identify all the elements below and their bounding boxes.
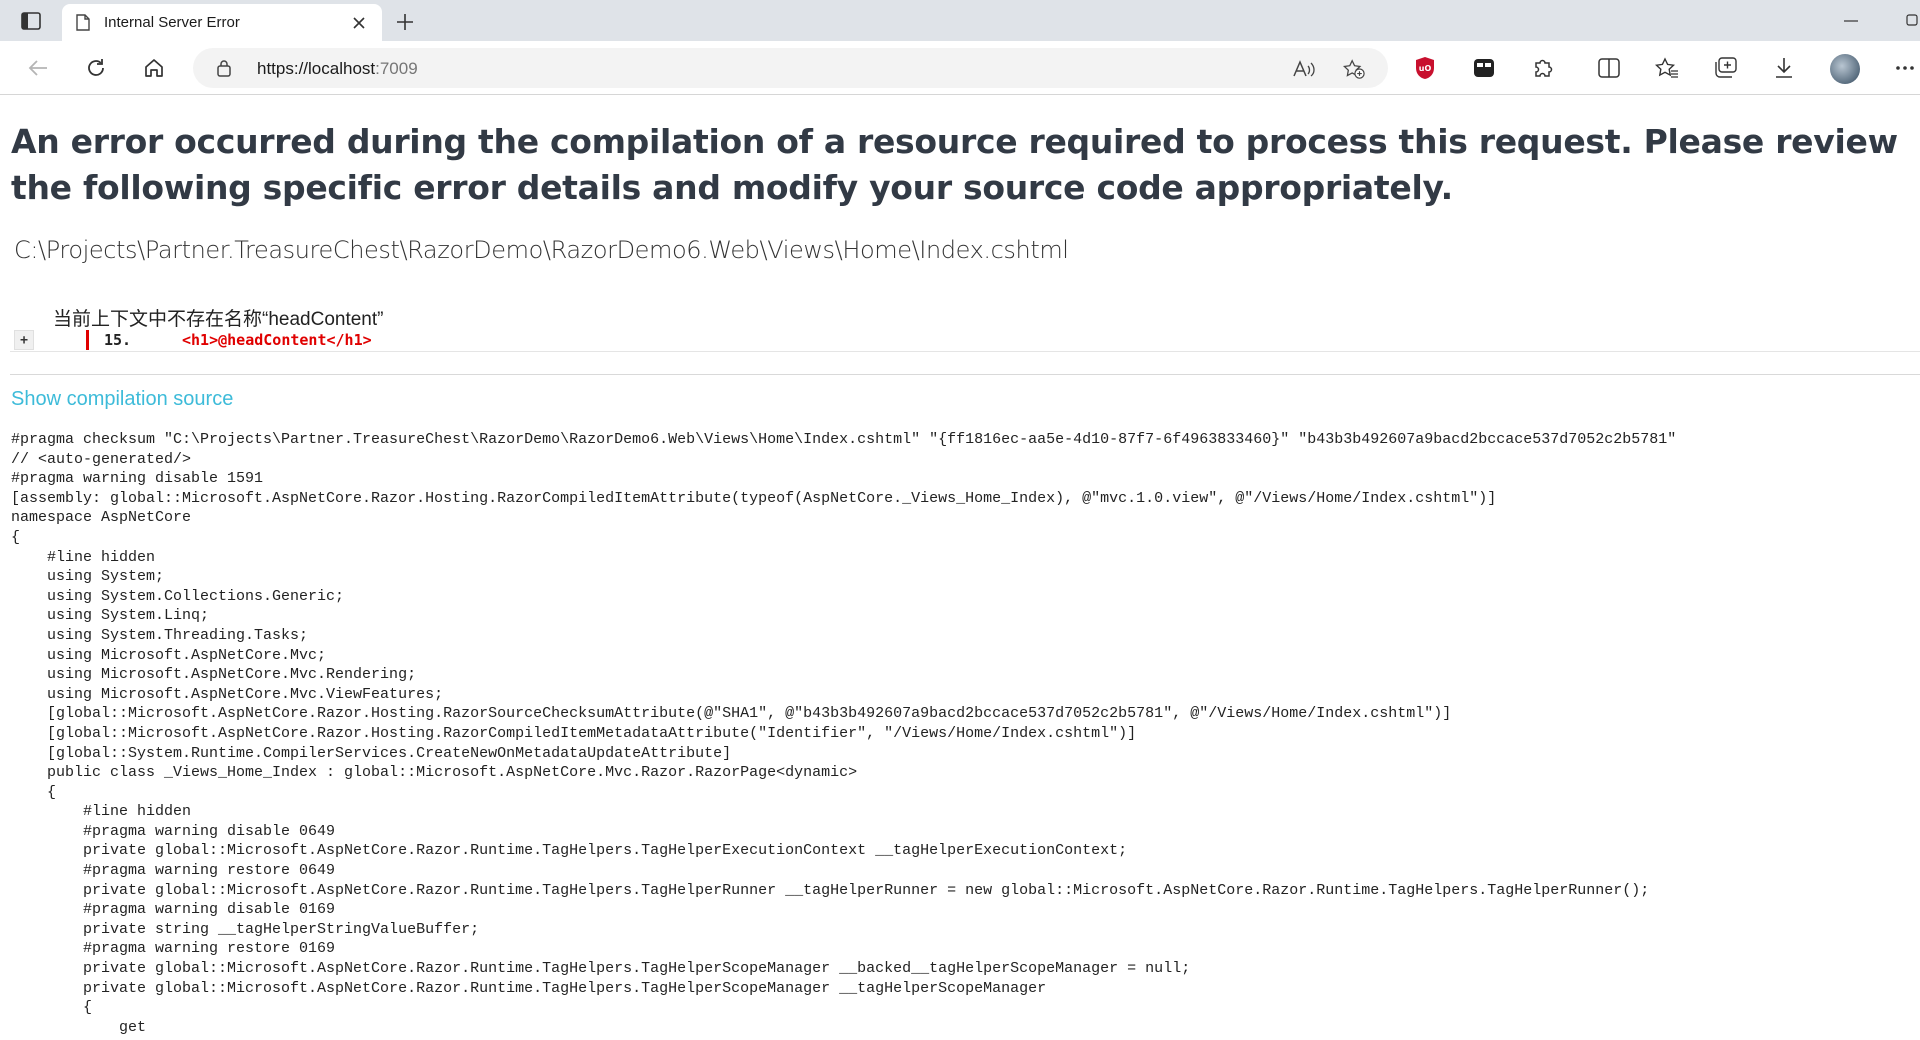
source-line: using Microsoft.AspNetCore.Mvc.ViewFeatu…	[11, 685, 444, 703]
refresh-icon[interactable]	[80, 52, 112, 84]
avatar[interactable]	[1830, 54, 1860, 84]
expand-button[interactable]: +	[14, 330, 34, 350]
compilation-source: #pragma checksum "C:\Projects\Partner.Tr…	[11, 430, 1911, 1037]
puzzle-icon[interactable]	[1530, 55, 1556, 81]
source-line: private global::Microsoft.AspNetCore.Raz…	[11, 960, 1191, 978]
source-line: {	[11, 528, 21, 546]
read-aloud-icon[interactable]	[1293, 58, 1315, 80]
source-line: {	[11, 783, 57, 801]
favorites-icon[interactable]	[1654, 55, 1680, 81]
source-line: [global::Microsoft.AspNetCore.Razor.Host…	[11, 705, 1452, 723]
maximize-icon[interactable]	[1900, 10, 1920, 32]
source-line: using Microsoft.AspNetCore.Mvc.Rendering…	[11, 666, 417, 684]
source-line: private string __tagHelperStringValueBuf…	[11, 920, 480, 938]
source-line: using System;	[11, 568, 165, 586]
address-bar[interactable]: https://localhost:7009	[193, 48, 1388, 88]
error-line-row: + 15. <h1>@headContent</h1>	[10, 328, 1920, 352]
active-tab[interactable]: Internal Server Error	[62, 4, 382, 41]
tab-title: Internal Server Error	[104, 14, 240, 31]
source-line: using System.Collections.Generic;	[11, 587, 345, 605]
source-line: #pragma warning restore 0169	[11, 940, 336, 958]
tab-bar: Internal Server Error	[0, 0, 1920, 41]
page-icon	[74, 14, 92, 32]
file-path: C:\Projects\Partner.TreasureChest\RazorD…	[14, 236, 1069, 264]
url-host: https://localhost	[257, 59, 376, 78]
page-title: An error occurred during the compilation…	[11, 122, 1898, 207]
home-icon[interactable]	[138, 52, 170, 84]
page-content: An error occurred during the compilation…	[0, 96, 1920, 1040]
source-line: using System.Threading.Tasks;	[11, 626, 309, 644]
source-line: [global::System.Runtime.CompilerServices…	[11, 744, 732, 762]
lock-icon[interactable]	[215, 59, 233, 77]
url-text[interactable]: https://localhost:7009	[257, 59, 418, 79]
source-line: #pragma warning disable 0169	[11, 901, 336, 919]
add-favorite-icon[interactable]	[1343, 58, 1365, 80]
minimize-icon[interactable]	[1840, 10, 1862, 32]
error-line-code: <h1>@headContent</h1>	[182, 331, 372, 349]
source-line: private global::Microsoft.AspNetCore.Raz…	[11, 842, 1128, 860]
source-line: #line hidden	[11, 548, 156, 566]
source-line: #pragma warning disable 1591	[11, 470, 264, 488]
svg-text:uO: uO	[1419, 64, 1432, 73]
close-icon[interactable]	[348, 12, 370, 34]
source-line: private global::Microsoft.AspNetCore.Raz…	[11, 979, 1047, 997]
split-screen-icon[interactable]	[1596, 55, 1622, 81]
more-icon[interactable]	[1892, 55, 1918, 81]
tab-actions-icon[interactable]	[14, 8, 48, 34]
collections-icon[interactable]	[1713, 55, 1739, 81]
source-line: using System.Linq;	[11, 607, 210, 625]
source-line: [assembly: global::Microsoft.AspNetCore.…	[11, 489, 1497, 507]
source-line: {	[11, 999, 93, 1017]
source-line: #pragma checksum "C:\Projects\Partner.Tr…	[11, 431, 1677, 448]
show-compilation-source-link[interactable]: Show compilation source	[11, 388, 233, 411]
url-port: :7009	[375, 59, 418, 78]
download-icon[interactable]	[1771, 55, 1797, 81]
back-arrow-icon[interactable]	[22, 52, 54, 84]
source-line: private global::Microsoft.AspNetCore.Raz…	[11, 881, 1650, 899]
source-line: using Microsoft.AspNetCore.Mvc;	[11, 646, 327, 664]
source-line: public class _Views_Home_Index : global:…	[11, 764, 858, 782]
source-line: #pragma warning disable 0649	[11, 822, 336, 840]
error-line-marker	[86, 330, 89, 350]
browser-toolbar: https://localhost:7009 uO	[0, 41, 1920, 95]
source-line: get	[11, 1018, 147, 1036]
ublock-origin-icon[interactable]: uO	[1412, 55, 1438, 81]
divider	[10, 374, 1920, 375]
error-line-number: 15.	[104, 331, 132, 349]
source-line: namespace AspNetCore	[11, 509, 192, 527]
plus-icon[interactable]	[390, 8, 420, 36]
app-icon[interactable]	[1471, 55, 1497, 81]
source-line: #line hidden	[11, 803, 192, 821]
source-line: #pragma warning restore 0649	[11, 862, 336, 880]
error-message: 当前上下文中不存在名称“headContent”	[53, 309, 384, 330]
source-line: [global::Microsoft.AspNetCore.Razor.Host…	[11, 724, 1137, 742]
source-line: // <auto-generated/>	[11, 450, 192, 468]
